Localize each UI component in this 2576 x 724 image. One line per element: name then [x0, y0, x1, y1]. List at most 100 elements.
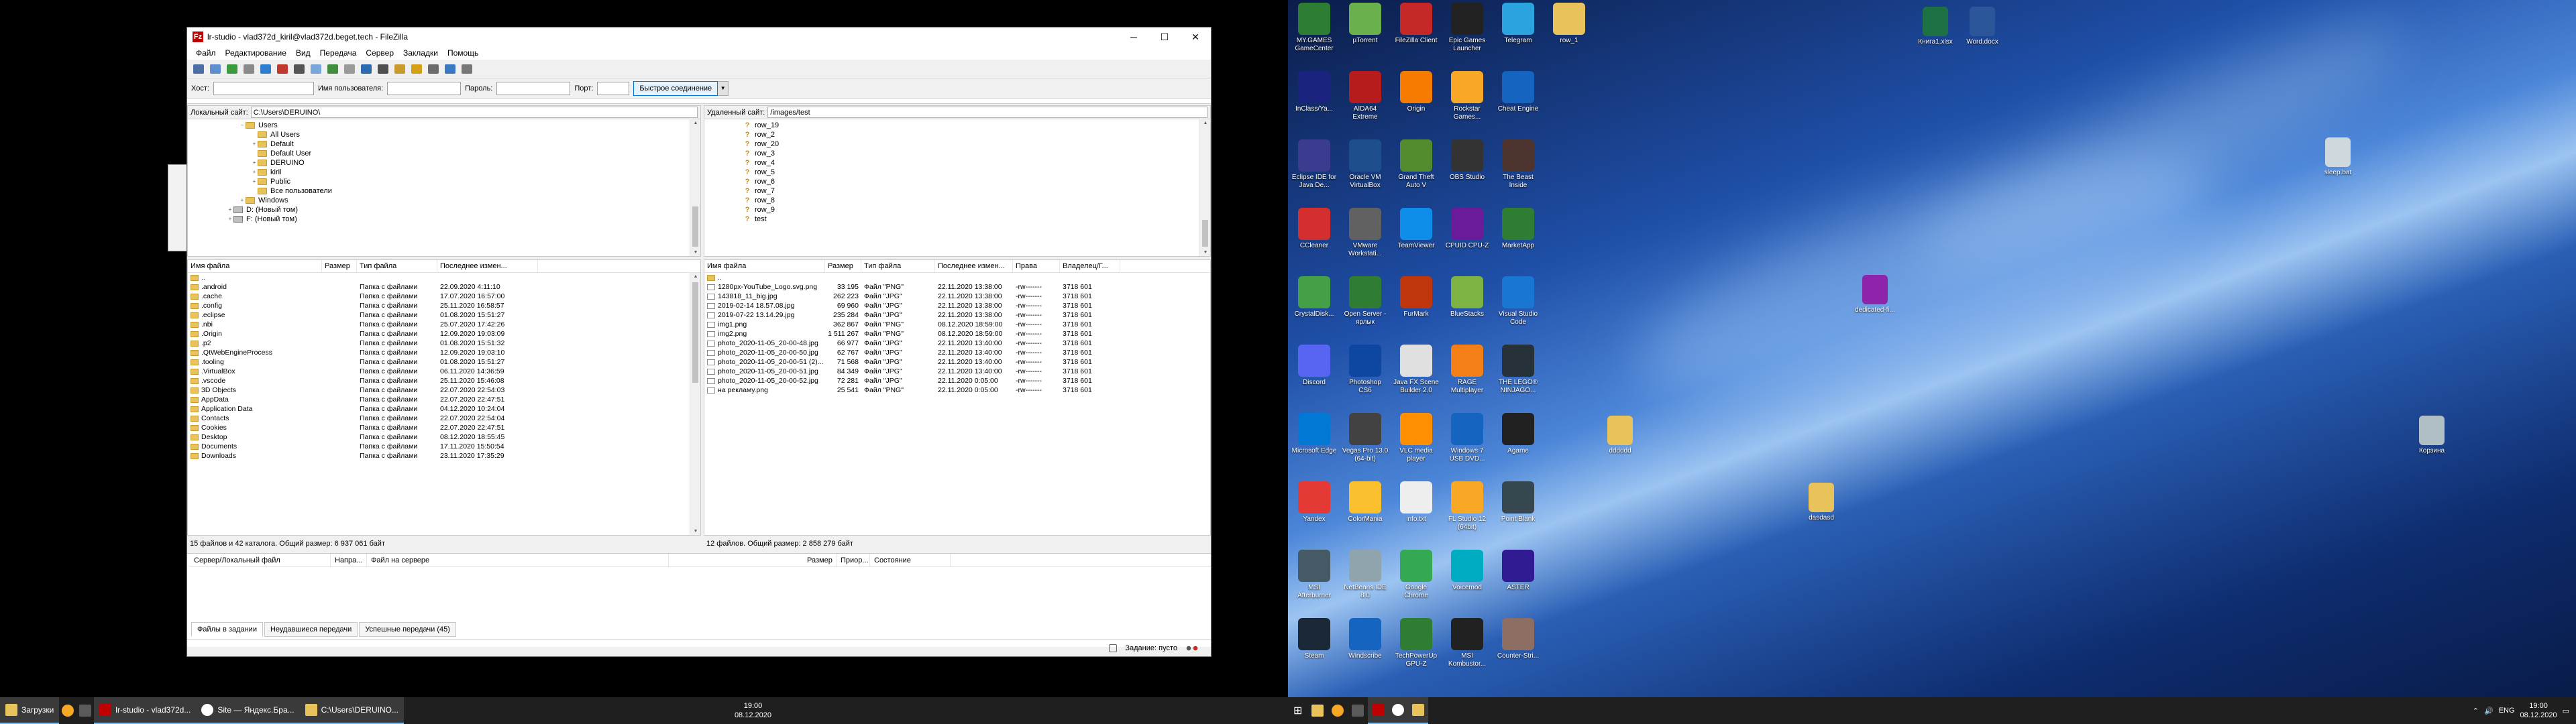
tree-node[interactable]: ? row_2 [704, 130, 1210, 139]
tray-chevron-icon[interactable]: ⌃ [2473, 707, 2479, 715]
queue-tab[interactable]: Файлы в задании [191, 622, 263, 637]
search-button[interactable] [443, 62, 458, 76]
table-row[interactable]: .VirtualBox Папка с файлами 06.11.2020 14:… [188, 367, 700, 376]
column-header[interactable]: Имя файла [704, 260, 825, 272]
desktop-icon[interactable]: FurMark [1393, 276, 1440, 318]
desktop-icon[interactable]: Point Blank [1495, 481, 1542, 524]
column-header[interactable]: Владелец/Г... [1060, 260, 1120, 272]
desktop-icon[interactable]: TeamViewer [1393, 208, 1440, 250]
local-path-input[interactable] [250, 107, 698, 118]
log-toggle-button[interactable] [225, 62, 239, 76]
desktop-icon[interactable]: Discord [1291, 345, 1338, 387]
tree-toggle-button[interactable] [241, 62, 256, 76]
title-bar[interactable]: Fz lr-studio - vlad372d_kiril@vlad372d.b… [187, 27, 1211, 46]
queue-button[interactable] [275, 62, 290, 76]
desktop-icon[interactable]: Visual Studio Code [1495, 276, 1542, 326]
desktop-icon[interactable]: Windows 7 USB DVD... [1444, 413, 1491, 463]
column-header[interactable]: Размер [825, 260, 861, 272]
desktop-icon[interactable]: CPUID CPU-Z [1444, 208, 1491, 250]
desktop-icon[interactable]: RAGE Multiplayer [1444, 345, 1491, 395]
column-header[interactable]: Файл на сервере [367, 554, 669, 566]
column-header[interactable]: Последнее измен... [437, 260, 538, 272]
column-header[interactable]: Права [1013, 260, 1060, 272]
table-row[interactable]: .tooling Папка с файлами 01.08.2020 15:51:… [188, 357, 700, 367]
desktop-icon[interactable]: VLC media player [1393, 413, 1440, 463]
tree-node[interactable]: ? row_8 [704, 196, 1210, 205]
table-row[interactable]: .. [188, 273, 700, 282]
menu-item[interactable]: Помощь [443, 48, 483, 58]
desktop-icon[interactable]: Word.docx [1959, 7, 2006, 46]
desktop-icon[interactable]: Rockstar Games... [1444, 71, 1491, 121]
taskbar-pin-yandex[interactable] [1388, 697, 1409, 724]
table-row[interactable]: photo_2020-11-05_20-00-51.jpg 84 349 Файл … [704, 367, 1210, 376]
table-row[interactable]: AppData Папка с файлами 22.07.2020 22:47:5… [188, 395, 700, 404]
maximize-button[interactable]: ☐ [1149, 27, 1180, 46]
table-row[interactable]: 2019-02-14 18.57.08.jpg 69 960 Файл "JPG" 2… [704, 301, 1210, 310]
desktop-icon[interactable]: MSI Afterburner [1291, 550, 1338, 600]
table-row[interactable]: .p2 Папка с файлами 01.08.2020 15:51:32 [188, 339, 700, 348]
desktop-icon[interactable]: Oracle VM VirtualBox [1342, 139, 1389, 190]
menu-item[interactable]: Вид [291, 48, 315, 58]
tree-node[interactable]: + Windows [188, 196, 700, 205]
desktop-icon[interactable]: AIDA64 Extreme [1342, 71, 1389, 121]
desktop-icon[interactable]: FL Studio 12 (64bit) [1444, 481, 1491, 532]
queue-tab[interactable]: Успешные передачи (45) [359, 622, 456, 637]
tree-node[interactable]: Default User [188, 149, 700, 158]
quickconnect-button[interactable]: Быстрое соединение [633, 80, 718, 96]
desktop-icon[interactable]: CCleaner [1291, 208, 1338, 250]
taskbar-item-filezilla[interactable]: lr-studio - vlad372d... [94, 697, 197, 724]
table-row[interactable]: .vscode Папка с файлами 25.11.2020 15:46:0… [188, 376, 700, 385]
desktop-icon[interactable]: BlueStacks [1444, 276, 1491, 318]
desktop-icon[interactable]: Корзина [2408, 416, 2455, 455]
desktop-icon[interactable]: dasdasd [1798, 483, 1845, 522]
desktop-icon[interactable]: TechPowerUp GPU-Z [1393, 618, 1440, 668]
expand-icon[interactable]: + [251, 177, 258, 186]
desktop-icon[interactable]: FileZilla Client [1393, 3, 1440, 45]
table-row[interactable]: photo_2020-11-05_20-00-51 (2)... 71 568 Фа… [704, 357, 1210, 367]
language-indicator[interactable]: ENG [2499, 707, 2515, 715]
column-header[interactable]: Тип файла [861, 260, 935, 272]
tree-node[interactable]: ? row_3 [704, 149, 1210, 158]
desktop-icon[interactable]: Photoshop CS6 [1342, 345, 1389, 395]
tree-node[interactable]: ? row_19 [704, 121, 1210, 130]
compare-button[interactable] [409, 62, 424, 76]
table-row[interactable]: .config Папка с файлами 25.11.2020 16:58:5… [188, 301, 700, 310]
port-input[interactable] [597, 81, 630, 95]
desktop-icon[interactable]: Google Chrome [1393, 550, 1440, 600]
desktop-icon[interactable]: Книга1.xlsx [1912, 7, 1959, 46]
tree-node[interactable]: + Default [188, 139, 700, 149]
tree-node[interactable]: ? row_5 [704, 168, 1210, 177]
remote-tree-button[interactable] [258, 62, 273, 76]
table-row[interactable]: .eclipse Папка с файлами 01.08.2020 15:51:… [188, 310, 700, 320]
table-row[interactable]: img1.png 362 867 Файл "PNG" 08.12.2020 18:5… [704, 320, 1210, 329]
clock-left[interactable]: 19:00 08.12.2020 [735, 701, 771, 720]
menu-item[interactable]: Закладки [398, 48, 443, 58]
cancel-button[interactable] [325, 62, 340, 76]
tree-node[interactable]: ? row_6 [704, 177, 1210, 186]
queue-tab[interactable]: Неудавшиеся передачи [264, 622, 358, 637]
table-row[interactable]: .cache Папка с файлами 17.07.2020 16:57:00 [188, 292, 700, 301]
table-row[interactable]: photo_2020-11-05_20-00-48.jpg 66 977 Файл … [704, 339, 1210, 348]
taskbar-pin-filezilla[interactable] [1368, 697, 1389, 724]
desktop-icon[interactable]: Yandex [1291, 481, 1338, 524]
clock-right[interactable]: 19:00 08.12.2020 [2520, 701, 2557, 720]
host-input[interactable] [213, 81, 314, 95]
table-row[interactable]: Downloads Папка с файлами 23.11.2020 17:35… [188, 451, 700, 461]
desktop-icon[interactable]: Telegram [1495, 3, 1542, 45]
local-list-scrollbar[interactable]: ▲ ▼ [690, 273, 700, 535]
tree-node[interactable]: ? row_9 [704, 205, 1210, 215]
close-button[interactable]: ✕ [1180, 27, 1211, 46]
expand-icon[interactable]: + [239, 196, 246, 205]
remote-tree-scrollbar[interactable]: ▲ ▼ [1199, 119, 1210, 256]
desktop-icon[interactable]: Cheat Engine [1495, 71, 1542, 113]
reconnect-button[interactable] [359, 62, 374, 76]
table-row[interactable]: .nbi Папка с файлами 25.07.2020 17:42:26 [188, 320, 700, 329]
tree-node[interactable]: + F: (Новый том) [188, 215, 700, 224]
desktop-icon[interactable]: dddddd [1597, 416, 1644, 455]
menu-item[interactable]: Редактирование [221, 48, 291, 58]
table-row[interactable]: photo_2020-11-05_20-00-50.jpg 62 767 Файл … [704, 348, 1210, 357]
desktop-icon[interactable]: CrystalDisk... [1291, 276, 1338, 318]
tree-node[interactable]: ? row_4 [704, 158, 1210, 168]
taskbar-pin-1[interactable] [1307, 697, 1328, 724]
remote-path-input[interactable] [767, 107, 1208, 118]
